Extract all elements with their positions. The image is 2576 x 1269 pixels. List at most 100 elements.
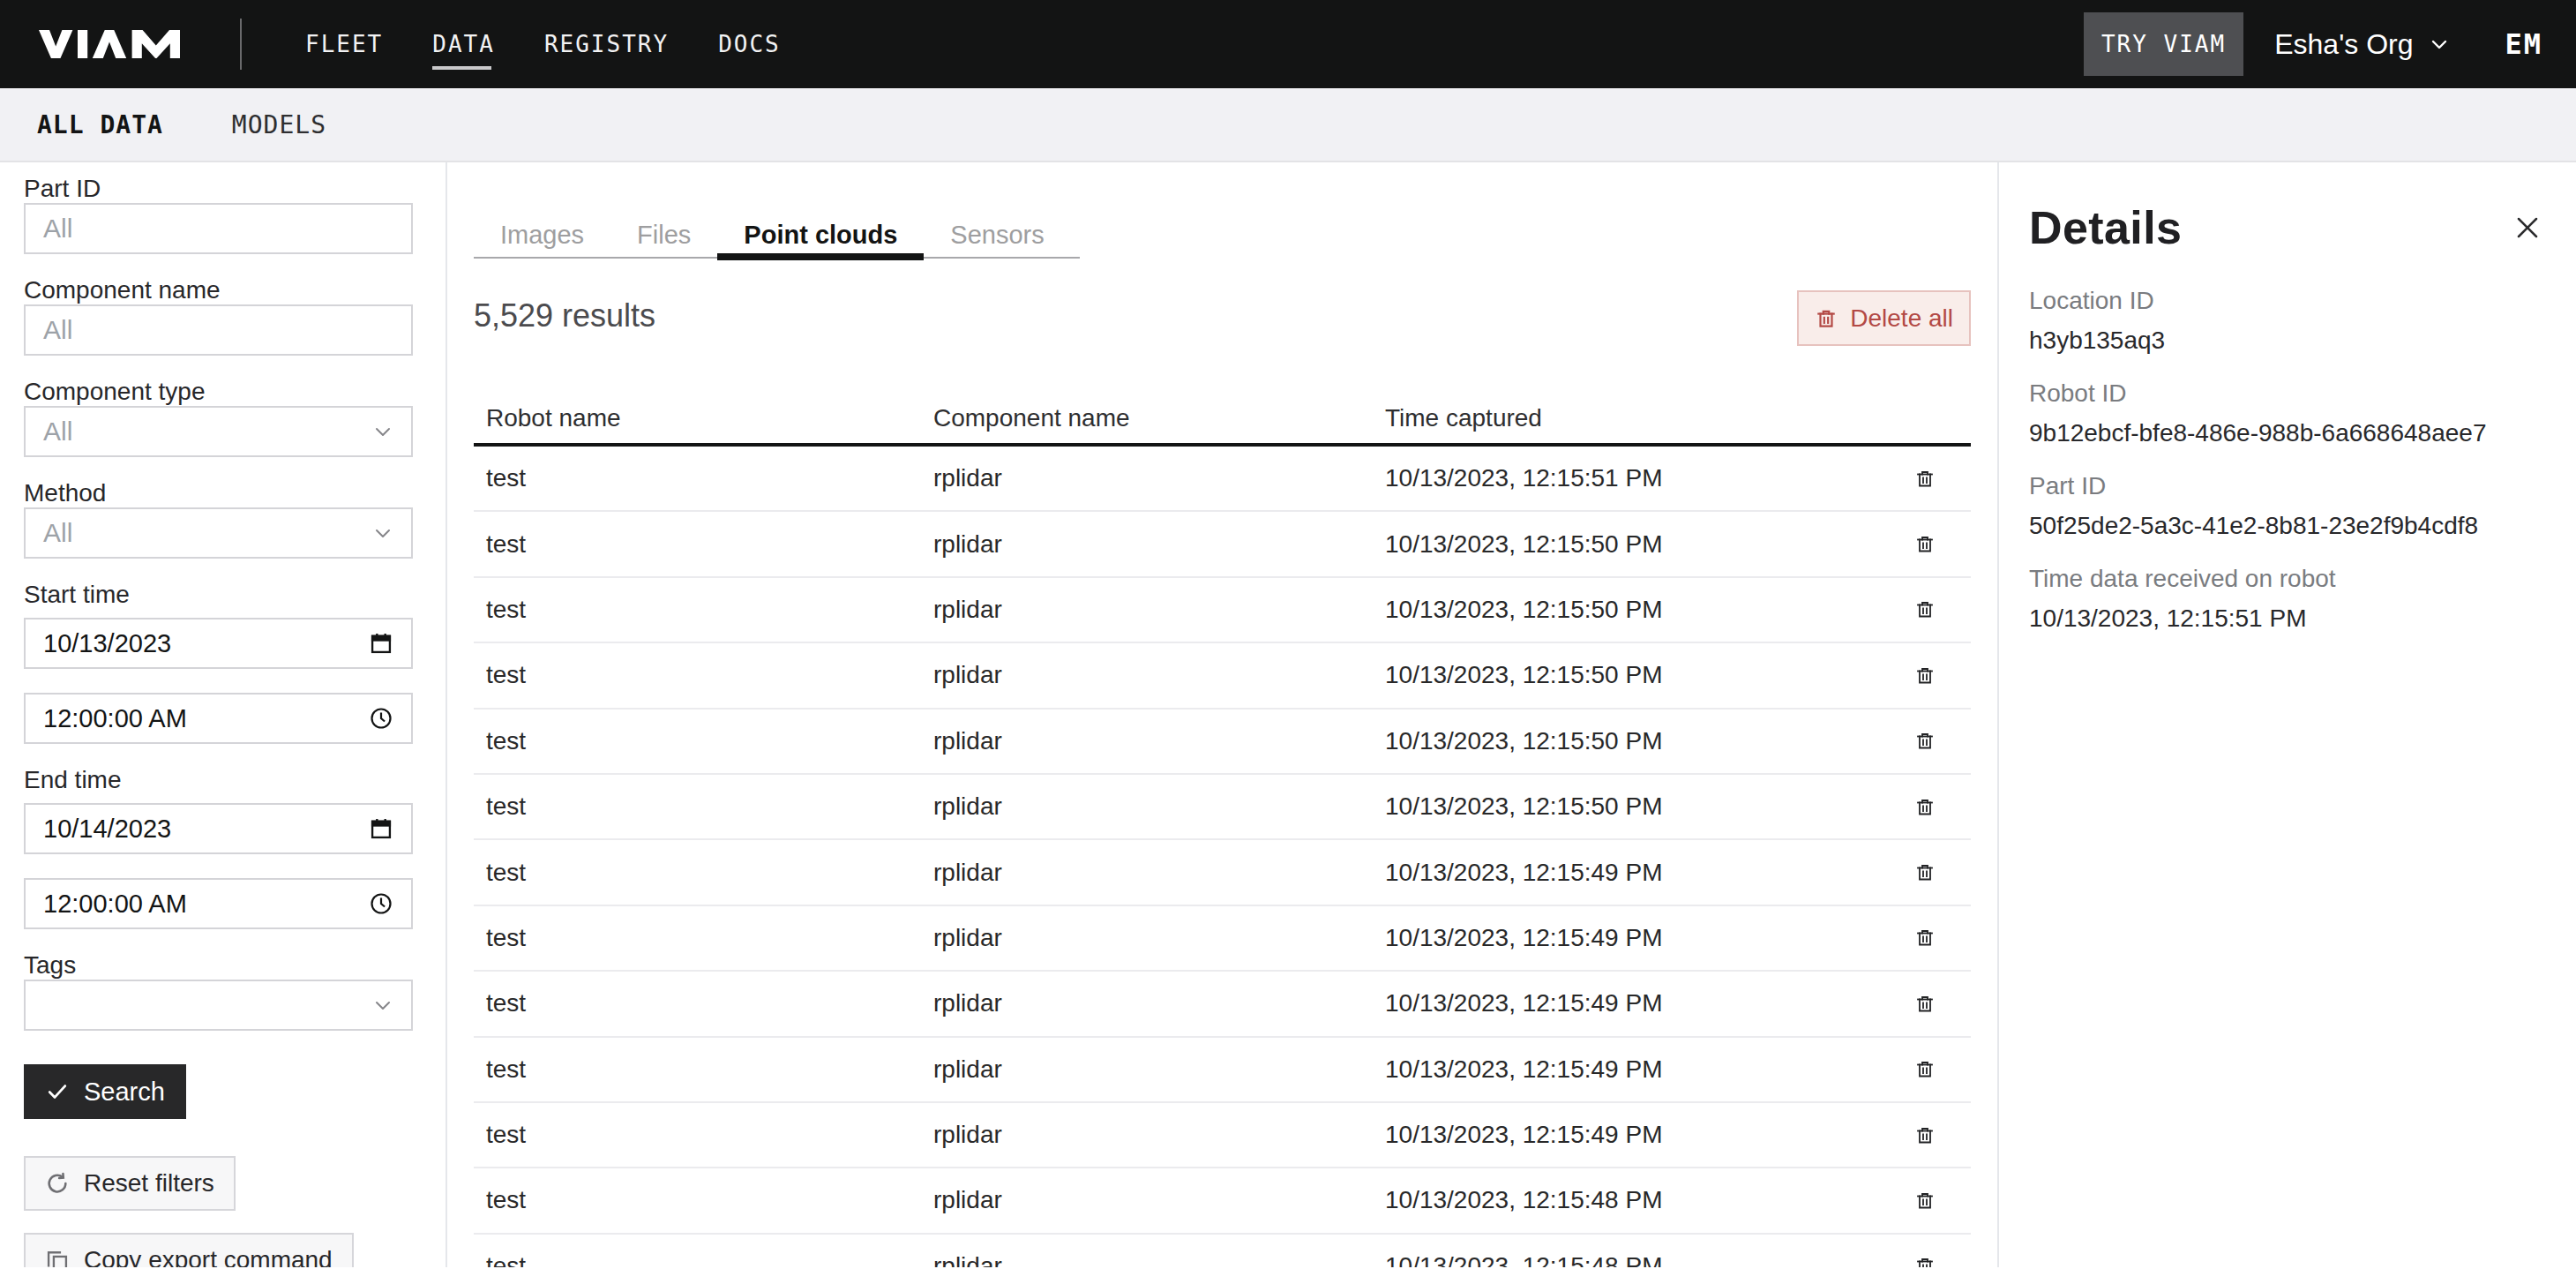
cell-component-name: rplidar — [933, 1252, 1385, 1267]
cell-time-captured: 10/13/2023, 12:15:51 PM — [1385, 464, 1880, 492]
reset-filters-button[interactable]: Reset filters — [24, 1156, 236, 1211]
cell-actions — [1880, 1123, 1970, 1147]
part-id-input[interactable]: All — [24, 203, 413, 254]
row-delete-button[interactable] — [1914, 926, 1936, 950]
row-delete-button[interactable] — [1914, 664, 1936, 687]
row-delete-button[interactable] — [1914, 467, 1936, 491]
row-delete-button[interactable] — [1914, 992, 1936, 1016]
viam-logo[interactable] — [37, 30, 182, 58]
calendar-icon[interactable] — [369, 816, 393, 841]
table-row: testrplidar10/13/2023, 12:15:49 PM — [474, 906, 1971, 972]
row-delete-button[interactable] — [1914, 795, 1936, 819]
cell-actions — [1880, 795, 1970, 819]
delete-all-button[interactable]: Delete all — [1797, 290, 1971, 346]
row-delete-button[interactable] — [1914, 532, 1936, 556]
search-button[interactable]: Search — [24, 1064, 186, 1119]
filter-label-part-id: Part ID — [24, 175, 413, 203]
details-panel: Details Location IDh3yb135aq3Robot ID9b1… — [1997, 162, 2576, 1267]
cell-robot-name: test — [486, 924, 933, 952]
details-value-part-id: 50f25de2-5a3c-41e2-8b81-23e2f9b4cdf8 — [2029, 509, 2541, 543]
subnav-all-data[interactable]: ALL DATA — [37, 110, 163, 139]
row-delete-button[interactable] — [1914, 1254, 1936, 1267]
component-type-select[interactable]: All — [24, 406, 413, 457]
cell-component-name: rplidar — [933, 1121, 1385, 1149]
tab-images[interactable]: Images — [474, 211, 610, 259]
cell-robot-name: test — [486, 464, 933, 492]
filter-field-method: MethodAll — [24, 479, 413, 559]
end-time-time-input[interactable]: 12:00:00 AM — [24, 878, 413, 929]
filter-field-component-name: Component nameAll — [24, 276, 413, 356]
trash-icon — [1914, 926, 1936, 950]
sub-nav: ALL DATA MODELS — [0, 88, 2576, 162]
cell-time-captured: 10/13/2023, 12:15:50 PM — [1385, 596, 1880, 624]
column-header-actions — [1880, 404, 1970, 443]
clock-icon[interactable] — [369, 891, 393, 916]
filter-field-component-type: Component typeAll — [24, 378, 413, 457]
nav-item-docs[interactable]: DOCS — [718, 0, 781, 88]
nav-item-fleet[interactable]: FLEET — [305, 0, 383, 88]
nav-item-data[interactable]: DATA — [432, 0, 495, 88]
details-title: Details — [2029, 201, 2182, 254]
cell-time-captured: 10/13/2023, 12:15:50 PM — [1385, 530, 1880, 559]
details-value-location-id: h3yb135aq3 — [2029, 324, 2541, 357]
nav-right: TRY VIAM Esha's Org EM — [2084, 12, 2542, 76]
filter-label-component-name: Component name — [24, 276, 413, 304]
avatar[interactable]: EM — [2505, 27, 2542, 61]
cell-time-captured: 10/13/2023, 12:15:48 PM — [1385, 1186, 1880, 1214]
nav-divider — [240, 19, 242, 70]
method-select[interactable]: All — [24, 507, 413, 559]
tags-select[interactable] — [24, 980, 413, 1031]
details-label-time-data-received-on-robot: Time data received on robot — [2029, 563, 2541, 595]
tab-sensors[interactable]: Sensors — [924, 211, 1070, 259]
details-field-location-id: Location ID h3yb135aq3 — [2029, 285, 2541, 357]
trash-icon — [1914, 1254, 1936, 1267]
org-switcher[interactable]: Esha's Org — [2274, 28, 2450, 61]
details-label-location-id: Location ID — [2029, 285, 2541, 317]
cell-actions — [1880, 1057, 1970, 1081]
tab-files[interactable]: Files — [610, 211, 717, 259]
results-count: 5,529 results — [474, 297, 655, 334]
results-row: 5,529 results Delete all — [474, 287, 1971, 346]
cell-actions — [1880, 1254, 1970, 1267]
trash-icon — [1914, 664, 1936, 687]
row-delete-button[interactable] — [1914, 1189, 1936, 1213]
cell-robot-name: test — [486, 1186, 933, 1214]
nav-item-registry[interactable]: REGISTRY — [544, 0, 669, 88]
trash-icon — [1914, 992, 1936, 1016]
tab-point-clouds[interactable]: Point clouds — [717, 211, 924, 259]
clock-icon[interactable] — [369, 706, 393, 731]
row-delete-button[interactable] — [1914, 597, 1936, 621]
cell-actions — [1880, 532, 1970, 556]
cell-robot-name: test — [486, 1055, 933, 1084]
close-icon[interactable] — [2514, 214, 2541, 241]
calendar-icon[interactable] — [369, 631, 393, 656]
trash-icon — [1914, 729, 1936, 753]
filter-label-component-type: Component type — [24, 378, 413, 406]
cell-time-captured: 10/13/2023, 12:15:50 PM — [1385, 661, 1880, 689]
nav-menu: FLEET DATA REGISTRY DOCS — [305, 0, 781, 88]
filter-label-start-time: Start time — [24, 581, 413, 609]
details-label-part-id: Part ID — [2029, 470, 2541, 502]
chevron-down-icon — [372, 995, 393, 1016]
details-value-time-data-received-on-robot: 10/13/2023, 12:15:51 PM — [2029, 602, 2541, 635]
chevron-down-icon — [372, 421, 393, 442]
row-delete-button[interactable] — [1914, 729, 1936, 753]
copy-export-command-button[interactable]: Copy export command — [24, 1233, 354, 1267]
cell-time-captured: 10/13/2023, 12:15:49 PM — [1385, 1121, 1880, 1149]
cell-time-captured: 10/13/2023, 12:15:49 PM — [1385, 924, 1880, 952]
cell-robot-name: test — [486, 727, 933, 755]
table-row: testrplidar10/13/2023, 12:15:50 PM — [474, 775, 1971, 840]
filter-field-part-id: Part IDAll — [24, 175, 413, 254]
check-icon — [45, 1079, 70, 1104]
row-delete-button[interactable] — [1914, 1057, 1936, 1081]
start-time-date-input[interactable]: 10/13/2023 — [24, 618, 413, 669]
start-time-time-input[interactable]: 12:00:00 AM — [24, 693, 413, 744]
refresh-icon — [45, 1171, 70, 1196]
subnav-models[interactable]: MODELS — [232, 110, 326, 139]
try-viam-button[interactable]: TRY VIAM — [2084, 12, 2243, 76]
row-delete-button[interactable] — [1914, 1123, 1936, 1147]
row-delete-button[interactable] — [1914, 860, 1936, 884]
chevron-down-icon — [2429, 34, 2450, 55]
component-name-input[interactable]: All — [24, 304, 413, 356]
end-time-date-input[interactable]: 10/14/2023 — [24, 803, 413, 854]
